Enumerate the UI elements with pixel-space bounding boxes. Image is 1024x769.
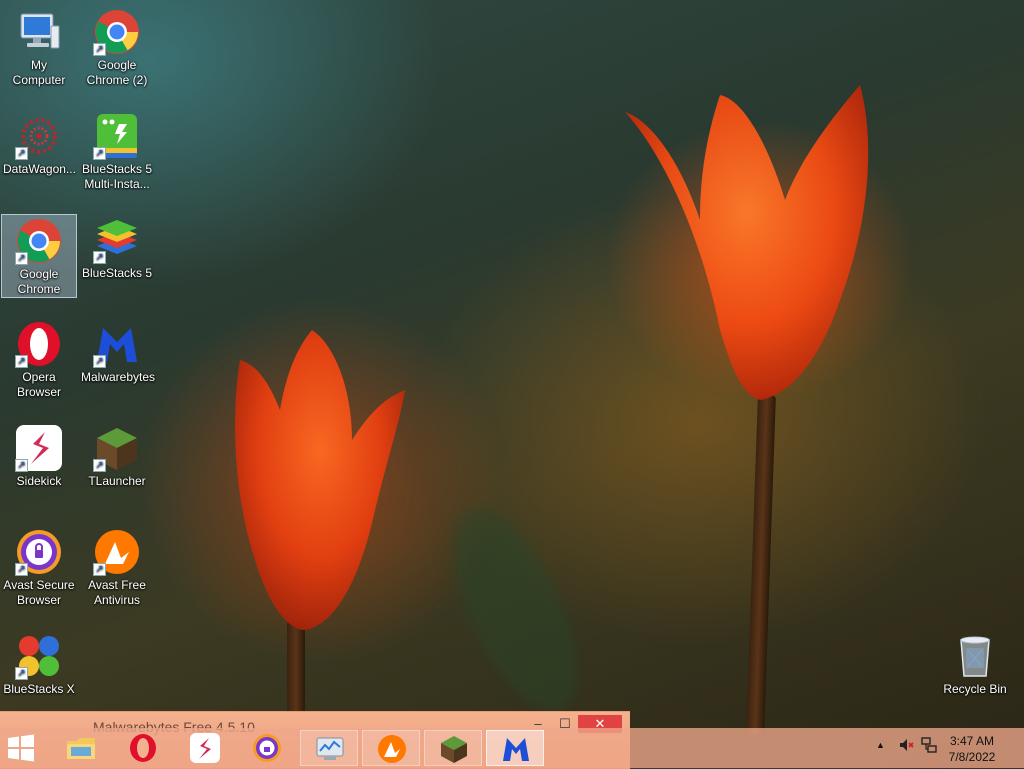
chrome-icon: ↗ bbox=[93, 8, 141, 56]
desktop-icon-avast-secure-browser[interactable]: ↗ Avast Secure Browser bbox=[1, 526, 77, 608]
desktop-icon-bluestacks-5-multi[interactable]: ↗ BlueStacks 5 Multi-Insta... bbox=[79, 110, 155, 192]
shortcut-arrow-icon: ↗ bbox=[93, 251, 106, 264]
taskbar-clock[interactable]: 3:47 AM 7/8/2022 bbox=[942, 733, 1002, 765]
opera-icon: ↗ bbox=[15, 320, 63, 368]
tlauncher-icon: ↗ bbox=[93, 424, 141, 472]
desktop-icon-label: BlueStacks 5 Multi-Insta... bbox=[81, 162, 153, 191]
avast-secure-browser-icon bbox=[251, 733, 283, 763]
desktop-icon-label: Avast Free Antivirus bbox=[88, 578, 146, 607]
recycle-bin-icon bbox=[951, 632, 999, 680]
folder-icon bbox=[65, 733, 97, 763]
sidekick-icon: ↗ bbox=[15, 424, 63, 472]
shortcut-arrow-icon: ↗ bbox=[15, 563, 28, 576]
shortcut-arrow-icon: ↗ bbox=[15, 147, 28, 160]
task-manager-icon bbox=[314, 734, 346, 764]
desktop-icon-sidekick[interactable]: ↗ Sidekick bbox=[1, 422, 77, 489]
desktop-icon-label: Sidekick bbox=[16, 474, 62, 488]
taskbar-item-task-manager[interactable] bbox=[300, 730, 358, 766]
shortcut-arrow-icon: ↗ bbox=[15, 667, 28, 680]
clock-date: 7/8/2022 bbox=[948, 750, 996, 764]
desktop-icon-google-chrome-2[interactable]: ↗ Google Chrome (2) bbox=[79, 6, 155, 88]
desktop-icon-label: BlueStacks X bbox=[3, 682, 75, 696]
shortcut-arrow-icon: ↗ bbox=[15, 459, 28, 472]
shortcut-arrow-icon: ↗ bbox=[93, 459, 106, 472]
shortcut-arrow-icon: ↗ bbox=[93, 147, 106, 160]
desktop-icon-recycle-bin[interactable]: Recycle Bin bbox=[937, 630, 1013, 697]
sidekick-icon bbox=[189, 733, 221, 763]
taskbar-item-file-explorer[interactable] bbox=[52, 730, 110, 766]
desktop-icon-label: Recycle Bin bbox=[943, 682, 1007, 696]
shortcut-arrow-icon: ↗ bbox=[15, 355, 28, 368]
taskbar-item-sidekick[interactable] bbox=[176, 730, 234, 766]
computer-icon bbox=[15, 8, 63, 56]
chrome-icon: ↗ bbox=[15, 217, 63, 265]
desktop-icon-bluestacks-x[interactable]: ↗ BlueStacks X bbox=[1, 630, 77, 697]
malwarebytes-icon: ↗ bbox=[93, 320, 141, 368]
desktop-icon-avast-free-antivirus[interactable]: ↗ Avast Free Antivirus bbox=[79, 526, 155, 608]
taskbar-item-avast-antivirus[interactable] bbox=[362, 730, 420, 766]
desktop-icon-bluestacks-5[interactable]: ↗ BlueStacks 5 bbox=[79, 214, 155, 281]
malwarebytes-icon bbox=[500, 734, 532, 764]
opera-icon bbox=[127, 733, 159, 763]
taskbar-item-malwarebytes[interactable] bbox=[486, 730, 544, 766]
bluestacks-multi-icon: ↗ bbox=[93, 112, 141, 160]
shortcut-arrow-icon: ↗ bbox=[93, 43, 106, 56]
desktop-icon-my-computer[interactable]: My Computer bbox=[1, 6, 77, 88]
desktop-icon-google-chrome[interactable]: ↗ Google Chrome bbox=[1, 214, 77, 298]
desktop-icon-tlauncher[interactable]: ↗ TLauncher bbox=[79, 422, 155, 489]
avast-antivirus-icon bbox=[376, 734, 408, 764]
desktop-icon-label: DataWagon... bbox=[3, 162, 76, 176]
shortcut-arrow-icon: ↗ bbox=[15, 252, 28, 265]
desktop-icon-malwarebytes[interactable]: ↗ Malwarebytes bbox=[79, 318, 155, 385]
taskbar-item-tlauncher[interactable] bbox=[424, 730, 482, 766]
desktop-icon-label: Opera Browser bbox=[16, 370, 61, 399]
taskbar-item-opera[interactable] bbox=[114, 730, 172, 766]
desktop-icon-label: Malwarebytes bbox=[81, 370, 156, 384]
clock-time: 3:47 AM bbox=[949, 734, 995, 748]
datawagon-icon: ↗ bbox=[15, 112, 63, 160]
desktop-icon-label: Google Chrome bbox=[17, 267, 61, 296]
shortcut-arrow-icon: ↗ bbox=[93, 563, 106, 576]
taskbar: ▲ 3:47 AM 7/8/2022 bbox=[0, 728, 1024, 768]
bluestacks-x-icon: ↗ bbox=[15, 632, 63, 680]
windows-logo-icon bbox=[8, 734, 34, 762]
desktop-icon-opera-browser[interactable]: ↗ Opera Browser bbox=[1, 318, 77, 400]
system-tray: ▲ bbox=[870, 728, 950, 768]
desktop-icon-label: BlueStacks 5 bbox=[81, 266, 153, 280]
show-hidden-icons-icon[interactable]: ▲ bbox=[876, 740, 885, 750]
desktop-icon-label: My Computer bbox=[12, 58, 66, 87]
avast-secure-browser-icon: ↗ bbox=[15, 528, 63, 576]
desktop-icon-label: TLauncher bbox=[88, 474, 146, 488]
taskbar-item-avast-secure-browser[interactable] bbox=[238, 730, 296, 766]
bluestacks-icon: ↗ bbox=[93, 216, 141, 264]
desktop-icon-datawagon[interactable]: ↗ DataWagon... bbox=[1, 110, 77, 177]
tlauncher-icon bbox=[438, 734, 470, 764]
start-button[interactable] bbox=[6, 734, 40, 762]
desktop-icon-label: Google Chrome (2) bbox=[86, 58, 148, 87]
network-icon[interactable] bbox=[921, 737, 937, 756]
shortcut-arrow-icon: ↗ bbox=[93, 355, 106, 368]
volume-muted-icon[interactable] bbox=[898, 737, 914, 756]
desktop-icon-label: Avast Secure Browser bbox=[3, 578, 75, 607]
avast-antivirus-icon: ↗ bbox=[93, 528, 141, 576]
